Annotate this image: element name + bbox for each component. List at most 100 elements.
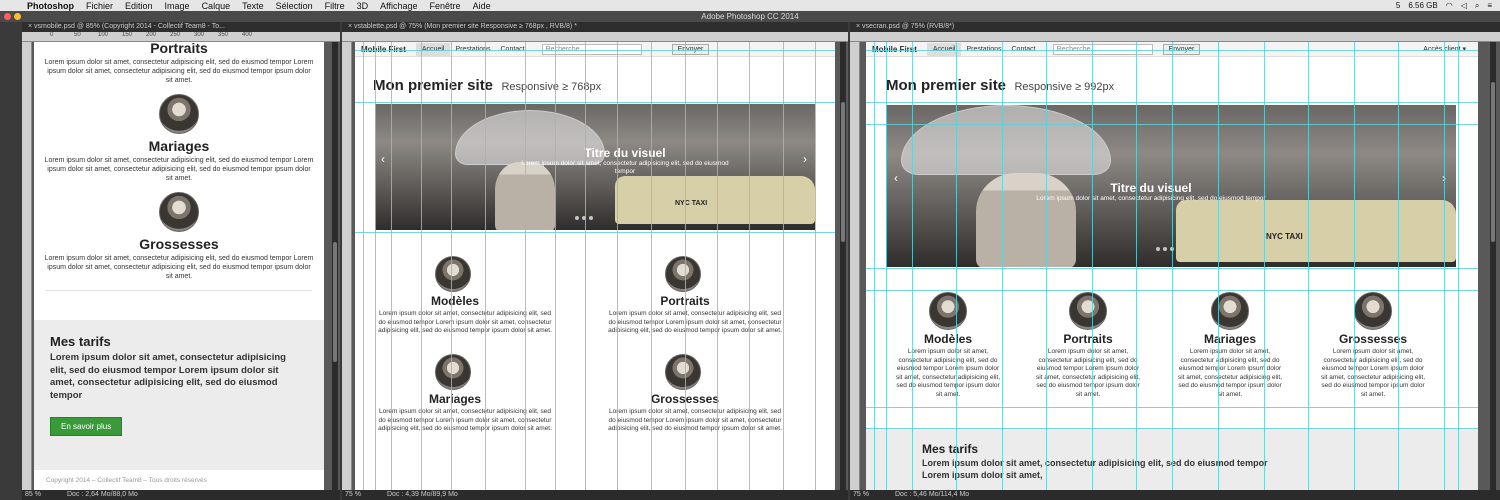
section-text: Lorem ipsum dolor sit amet, consectetur … xyxy=(1177,348,1283,398)
menu-app[interactable]: Photoshop xyxy=(27,1,74,11)
site-navbar: Mobile First Accueil Prestations Contact… xyxy=(355,42,835,57)
scrollbar-thumb[interactable] xyxy=(1491,82,1495,242)
vertical-scrollbar[interactable] xyxy=(1490,42,1496,490)
menu-selection[interactable]: Sélection xyxy=(276,1,313,11)
doc-tab-mobile[interactable]: × vsmobile.psd @ 85% (Copyright 2014 - C… xyxy=(22,22,340,32)
menu-fichier[interactable]: Fichier xyxy=(86,1,113,11)
navbar-brand[interactable]: Mobile First xyxy=(866,45,927,54)
chevron-left-icon[interactable]: ‹ xyxy=(381,152,385,166)
notification-badge[interactable]: 5 xyxy=(1396,1,1400,10)
section-text: Lorem ipsum dolor sit amet, consectetur … xyxy=(1035,348,1141,398)
acces-client-dropdown[interactable]: Accès client ▾ xyxy=(1423,45,1466,53)
page-title: Mon premier site Responsive ≥ 768px xyxy=(373,77,601,95)
avatar xyxy=(665,354,701,390)
section-text: Lorem ipsum dolor sit amet, consectetur … xyxy=(378,408,552,432)
avatar xyxy=(929,292,967,330)
nav-prestations[interactable]: Prestations xyxy=(450,46,495,53)
page-title-sub: Responsive ≥ 768px xyxy=(501,81,602,93)
avatar xyxy=(665,256,701,292)
tablet-canvas: Mobile First Accueil Prestations Contact… xyxy=(355,42,835,490)
zoom-level[interactable]: 75 % xyxy=(850,490,895,500)
tarifs-title: Mes tarifs xyxy=(922,442,979,456)
menu-calque[interactable]: Calque xyxy=(202,1,231,11)
zoom-level[interactable]: 75 % xyxy=(342,490,387,500)
nav-contact[interactable]: Contact xyxy=(1007,46,1041,53)
section-text: Lorem ipsum dolor sit amet, consectetur … xyxy=(44,255,314,280)
vertical-scrollbar[interactable] xyxy=(332,42,338,490)
envoyer-button[interactable]: Envoyer xyxy=(671,43,710,55)
doc-tab-desktop[interactable]: × vsecran.psd @ 75% (RVB/8*) xyxy=(850,22,1500,32)
navbar-brand[interactable]: Mobile First xyxy=(355,45,416,54)
chevron-left-icon[interactable]: ‹ xyxy=(894,171,898,185)
section-text: Lorem ipsum dolor sit amet, consectetur … xyxy=(44,157,314,182)
nav-prestations[interactable]: Prestations xyxy=(961,46,1006,53)
menu-filtre[interactable]: Filtre xyxy=(325,1,345,11)
nav-contact[interactable]: Contact xyxy=(496,46,530,53)
envoyer-button[interactable]: Envoyer xyxy=(1162,43,1201,55)
desktop-canvas: Mobile First Accueil Prestations Contact… xyxy=(866,42,1478,490)
carousel-indicators[interactable] xyxy=(575,216,593,220)
chevron-right-icon[interactable]: › xyxy=(803,152,807,166)
doc-tab-label: vstablette.psd @ 75% (Mon premier site R… xyxy=(354,23,577,30)
minimize-window-icon[interactable] xyxy=(14,13,21,20)
taxi-label: NYC TAXI xyxy=(1266,232,1303,241)
avatar xyxy=(435,354,471,390)
horizontal-ruler xyxy=(342,32,848,42)
nav-accueil[interactable]: Accueil xyxy=(415,42,451,56)
menu-image[interactable]: Image xyxy=(165,1,190,11)
menu-aide[interactable]: Aide xyxy=(473,1,491,11)
doc-tablet: × vstablette.psd @ 75% (Mon premier site… xyxy=(342,22,848,500)
page-title: Mon premier site Responsive ≥ 992px xyxy=(886,77,1114,95)
section-text: Lorem ipsum dolor sit amet, consectetur … xyxy=(895,348,1001,398)
doc-mobile: × vsmobile.psd @ 85% (Copyright 2014 - C… xyxy=(22,22,340,500)
scrollbar-thumb[interactable] xyxy=(841,102,845,242)
divider xyxy=(46,290,312,291)
menu-edition[interactable]: Edition xyxy=(125,1,153,11)
menu-list-icon[interactable]: ≡ xyxy=(1487,1,1492,10)
scrollbar-thumb[interactable] xyxy=(333,242,337,362)
status-bar: 85 % Doc : 2,64 Mo/88,0 Mo xyxy=(22,490,340,500)
zoom-level[interactable]: 85 % xyxy=(22,490,67,500)
doc-tab-tablet[interactable]: × vstablette.psd @ 75% (Mon premier site… xyxy=(342,22,848,32)
vertical-ruler xyxy=(22,42,32,490)
umbrella xyxy=(901,105,1111,175)
search-input[interactable]: Recherche... xyxy=(541,43,642,55)
tarifs-text: Lorem ipsum dolor sit amet, consectetur … xyxy=(50,352,286,401)
doc-size[interactable]: Doc : 5,46 Mo/114,4 Mo xyxy=(895,491,969,498)
close-window-icon[interactable] xyxy=(4,13,11,20)
doc-size[interactable]: Doc : 4,39 Mo/89,9 Mo xyxy=(387,491,458,498)
menu-fenetre[interactable]: Fenêtre xyxy=(430,1,461,11)
section-title-modeles: Modèles xyxy=(430,294,479,308)
section-title-grossesses: Grossesses xyxy=(650,392,720,406)
menu-3d[interactable]: 3D xyxy=(357,1,369,11)
nav-accueil[interactable]: Accueil xyxy=(926,42,962,56)
horizontal-ruler: 0 50 100 150 200 250 300 350 400 xyxy=(22,32,340,42)
hero-caption: Titre du visuel Lorem ipsum dolor sit am… xyxy=(1026,181,1276,203)
en-savoir-plus-button[interactable]: En savoir plus xyxy=(50,417,123,436)
section-title-portraits: Portraits xyxy=(150,42,208,56)
wifi-icon[interactable]: ◠ xyxy=(1446,1,1453,10)
ruler-tick: 300 xyxy=(194,32,205,38)
memory-readout: 6.56 GB xyxy=(1408,1,1438,10)
ruler-tick: 200 xyxy=(146,32,157,38)
carousel-indicators[interactable] xyxy=(1156,247,1174,251)
section-text: Lorem ipsum dolor sit amet, consectetur … xyxy=(44,59,314,84)
chevron-right-icon[interactable]: › xyxy=(1442,171,1446,185)
hero-carousel: NYC TAXI Titre du visuel Lorem ipsum dol… xyxy=(375,104,815,230)
tarifs-title: Mes tarifs xyxy=(50,334,111,349)
menu-affichage[interactable]: Affichage xyxy=(380,1,417,11)
taxi: NYC TAXI xyxy=(1176,200,1456,262)
volume-icon[interactable]: ◁ xyxy=(1461,1,1467,10)
ruler-tick: 100 xyxy=(98,32,109,38)
menu-texte[interactable]: Texte xyxy=(242,1,264,11)
doc-desktop: × vsecran.psd @ 75% (RVB/8*) Mobile Firs… xyxy=(850,22,1500,500)
spotlight-icon[interactable]: ⌕ xyxy=(1475,1,1479,11)
vertical-scrollbar[interactable] xyxy=(840,42,846,490)
search-input[interactable]: Recherche... xyxy=(1052,43,1153,55)
hero-carousel: NYC TAXI Titre du visuel Lorem ipsum dol… xyxy=(886,105,1456,267)
status-bar: 75 % Doc : 5,46 Mo/114,4 Mo xyxy=(850,490,1500,500)
doc-size[interactable]: Doc : 2,64 Mo/88,0 Mo xyxy=(67,491,138,498)
section-title-mariages: Mariages xyxy=(148,138,210,154)
section-title-mariages: Mariages xyxy=(1203,332,1257,346)
ruler-tick: 0 xyxy=(50,32,54,38)
